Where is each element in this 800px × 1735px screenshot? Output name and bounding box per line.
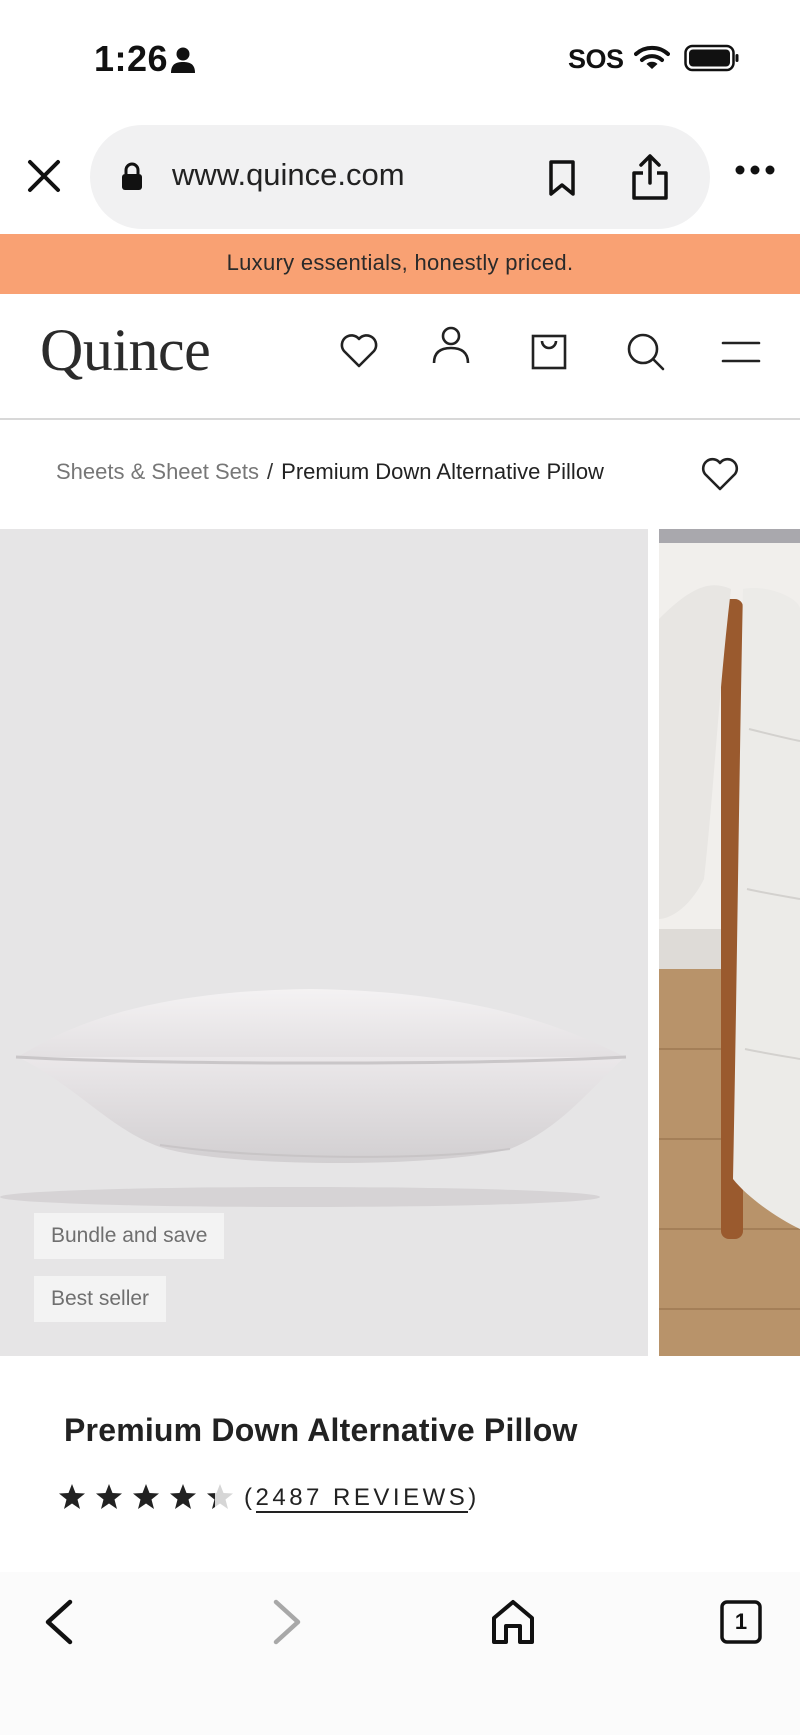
status-bar: 1:26 SOS	[0, 0, 800, 118]
bag-icon[interactable]	[528, 330, 570, 372]
share-icon[interactable]	[630, 153, 670, 201]
product-image-main[interactable]: Bundle and save Best seller	[0, 529, 648, 1356]
back-icon[interactable]	[36, 1596, 86, 1648]
badge-bundle: Bundle and save	[34, 1213, 225, 1259]
home-icon[interactable]	[488, 1596, 538, 1648]
url-text[interactable]: www.quince.com	[172, 157, 405, 193]
forward-icon[interactable]	[260, 1596, 310, 1648]
badge-best-seller: Best seller	[34, 1276, 167, 1322]
star-icon	[133, 1484, 159, 1509]
search-icon[interactable]	[624, 330, 666, 372]
breadcrumb: Sheets & Sheet Sets / Premium Down Alterna…	[56, 459, 604, 485]
person-icon	[171, 47, 195, 73]
pillow-image	[0, 989, 627, 1207]
more-icon[interactable]	[734, 162, 776, 178]
close-icon[interactable]	[20, 152, 68, 200]
breadcrumb-separator: /	[267, 459, 274, 484]
site-header: Quince	[0, 294, 800, 420]
reviews-link[interactable]: 2487 REVIEWS	[255, 1484, 469, 1513]
promo-text: Luxury essentials, honestly priced.	[226, 250, 574, 275]
bottom-toolbar: 1	[0, 1572, 800, 1735]
tabs-button[interactable]: 1	[716, 1596, 766, 1648]
promo-banner[interactable]: Luxury essentials, honestly priced.	[0, 234, 800, 294]
star-icon	[59, 1484, 85, 1509]
reviews-paren-close: )	[468, 1484, 480, 1511]
sos-indicator: SOS	[568, 44, 624, 74]
reviews-paren-open: (	[244, 1484, 256, 1511]
wifi-icon	[634, 45, 670, 69]
address-bar[interactable]: www.quince.com	[90, 125, 710, 229]
quince-logo[interactable]: Quince	[40, 316, 211, 385]
product-gallery[interactable]: Bundle and save Best seller	[0, 529, 800, 1356]
bookmark-icon[interactable]	[546, 159, 578, 197]
star-icon	[96, 1484, 122, 1509]
browser-bar: www.quince.com	[0, 118, 800, 234]
product-title: Premium Down Alternative Pillow	[64, 1412, 578, 1448]
menu-icon[interactable]	[720, 330, 762, 372]
lock-icon	[122, 162, 142, 190]
account-icon[interactable]	[430, 324, 472, 366]
tab-count: 1	[734, 1609, 748, 1634]
star-icon	[170, 1484, 196, 1509]
status-time: 1:26	[94, 38, 169, 79]
product-image-secondary[interactable]	[659, 529, 800, 1356]
reviews-count[interactable]: (2487 REVIEWS)	[244, 1484, 480, 1513]
rating-stars	[59, 1484, 233, 1509]
breadcrumb-link-sheets[interactable]: Sheets & Sheet Sets	[56, 459, 259, 484]
breadcrumb-current: Premium Down Alternative Pillow	[281, 459, 604, 484]
battery-icon	[684, 44, 739, 72]
wishlist-heart-icon[interactable]	[700, 455, 740, 493]
duvet-image	[659, 529, 800, 1356]
heart-icon[interactable]	[338, 330, 380, 372]
